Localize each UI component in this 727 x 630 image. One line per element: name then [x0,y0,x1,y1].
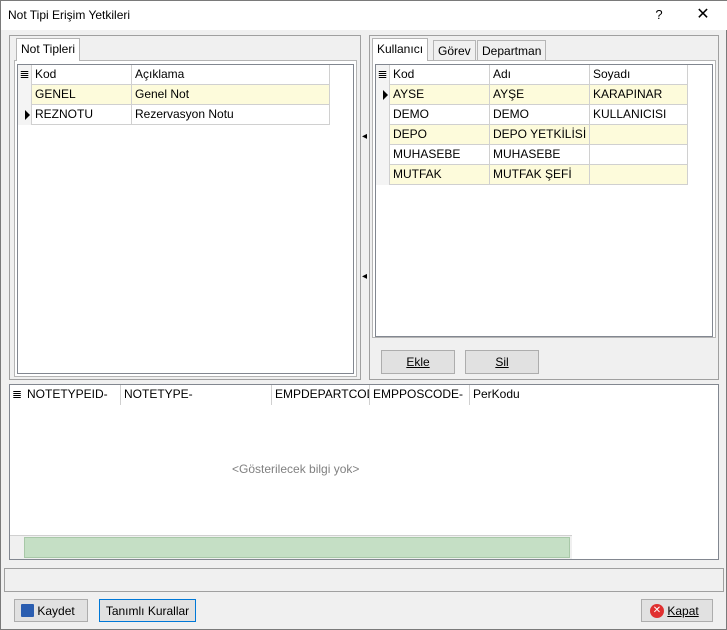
tab-departman[interactable]: Departman [477,40,547,61]
title-bar: Not Tipi Erişim Yetkileri ? ✕ [1,1,727,30]
not-tipleri-page: ≣ Kod Açıklama GENEL Genel Not REZNOTU R… [14,60,357,377]
column-chooser-icon[interactable]: ≣ [376,65,390,85]
cell-aciklama[interactable]: Rezervasyon Notu [132,105,330,125]
column-chooser-icon[interactable]: ≣ [18,65,32,85]
left-panel: Not Tipleri ≣ Kod Açıklama GENEL Genel N… [9,35,361,380]
kullanici-grid: ≣ Kod Adı Soyadı AYSE AYŞE KARAPINAR DEM… [375,64,713,337]
cell-kod[interactable]: MUTFAK [390,165,490,185]
close-circle-icon: ✕ [650,603,664,618]
cell-kod[interactable]: AYSE [390,85,490,105]
current-row-arrow-icon [383,90,388,100]
row-indicator [18,85,32,105]
cell-soyadi[interactable]: KULLANICISI [590,105,688,125]
dialog-window: Not Tipi Erişim Yetkileri ? ✕ Not Tipler… [0,0,727,630]
cell-kod[interactable]: MUHASEBE [390,145,490,165]
column-header[interactable]: NOTETYPEID- [24,385,121,405]
collapse-left-icon[interactable]: ◂ [362,271,367,282]
tab-label: Departman [482,44,542,58]
cell-soyadi[interactable]: KARAPINAR [590,85,688,105]
scrollbar-thumb[interactable] [24,537,570,558]
cell-soyadi[interactable] [590,125,688,145]
tab-label: Kullanıcı [377,42,424,56]
column-header[interactable]: PerKodu [470,385,570,405]
cell-kod[interactable]: REZNOTU [32,105,132,125]
tab-label: Görev [438,44,471,58]
not-tipleri-grid: ≣ Kod Açıklama GENEL Genel Not REZNOTU R… [17,64,354,374]
cell-adi[interactable]: AYŞE [490,85,590,105]
table-row[interactable]: GENEL Genel Not [18,85,330,105]
help-button[interactable]: ? [645,4,673,26]
row-indicator [18,105,32,125]
kullanici-page: ≣ Kod Adı Soyadı AYSE AYŞE KARAPINAR DEM… [372,60,716,338]
table-row[interactable]: REZNOTU Rezervasyon Notu [18,105,330,125]
grid-header: ≣ NOTETYPEID- NOTETYPE- EMPDEPARTCODE EM… [10,385,718,405]
cell-kod[interactable]: DEPO [390,125,490,145]
grid-header: ≣ Kod Açıklama [18,65,330,85]
column-header[interactable]: NOTETYPE- [121,385,272,405]
table-row[interactable]: MUHASEBE MUHASEBE [376,145,688,165]
current-row-arrow-icon [25,110,30,120]
horizontal-scrollbar[interactable] [10,535,572,559]
close-button[interactable]: ✕ Kapat [641,599,713,622]
table-row[interactable]: AYSE AYŞE KARAPINAR [376,85,688,105]
cell-aciklama[interactable]: Genel Not [132,85,330,105]
column-header[interactable]: EMPDEPARTCODE [272,385,370,405]
rules-grid: ≣ NOTETYPEID- NOTETYPE- EMPDEPARTCODE EM… [9,384,719,560]
cell-kod[interactable]: DEMO [390,105,490,125]
cell-adi[interactable]: MUTFAK ŞEFİ [490,165,590,185]
row-indicator [376,125,390,145]
empty-message: <Gösterilecek bilgi yok> [232,462,360,476]
window-close-button[interactable]: ✕ [685,4,721,26]
status-bar [4,568,724,592]
tab-label: Not Tipleri [21,42,76,56]
column-header[interactable]: Adı [490,65,590,85]
cell-adi[interactable]: MUHASEBE [490,145,590,165]
tab-kullanici[interactable]: Kullanıcı [372,38,429,61]
column-header[interactable]: Açıklama [132,65,330,85]
add-button[interactable]: Ekle [381,350,455,374]
defined-rules-label: Tanımlı Kurallar [105,604,190,618]
window-title: Not Tipi Erişim Yetkileri [8,8,131,22]
delete-button-label: Sil [495,355,509,369]
column-header[interactable]: EMPPOSCODE- [370,385,470,405]
table-row[interactable]: DEMO DEMO KULLANICISI [376,105,688,125]
right-panel: Kullanıcı Görev Departman ≣ Kod Adı Soya… [369,35,719,380]
row-indicator [376,145,390,165]
column-chooser-icon[interactable]: ≣ [10,385,24,405]
tab-gorev[interactable]: Görev [433,40,476,61]
cell-soyadi[interactable] [590,165,688,185]
cell-adi[interactable]: DEPO YETKİLİSİ [490,125,590,145]
grid-header: ≣ Kod Adı Soyadı [376,65,688,85]
column-header[interactable]: Soyadı [590,65,688,85]
add-button-label: Ekle [406,355,430,369]
row-indicator [376,165,390,185]
cell-kod[interactable]: GENEL [32,85,132,105]
close-button-label: Kapat [667,604,699,618]
defined-rules-button[interactable]: Tanımlı Kurallar [99,599,196,622]
save-button-label: Kaydet [37,604,75,618]
row-indicator [376,85,390,105]
cell-adi[interactable]: DEMO [490,105,590,125]
collapse-left-icon[interactable]: ◂ [362,131,367,142]
table-row[interactable]: MUTFAK MUTFAK ŞEFİ [376,165,688,185]
column-header[interactable]: Kod [32,65,132,85]
save-button[interactable]: Kaydet [14,599,88,622]
tab-not-tipleri[interactable]: Not Tipleri [16,38,81,61]
delete-button[interactable]: Sil [465,350,539,374]
table-row[interactable]: DEPO DEPO YETKİLİSİ [376,125,688,145]
row-indicator [376,105,390,125]
floppy-disk-icon [21,604,34,618]
cell-soyadi[interactable] [590,145,688,165]
column-header[interactable]: Kod [390,65,490,85]
